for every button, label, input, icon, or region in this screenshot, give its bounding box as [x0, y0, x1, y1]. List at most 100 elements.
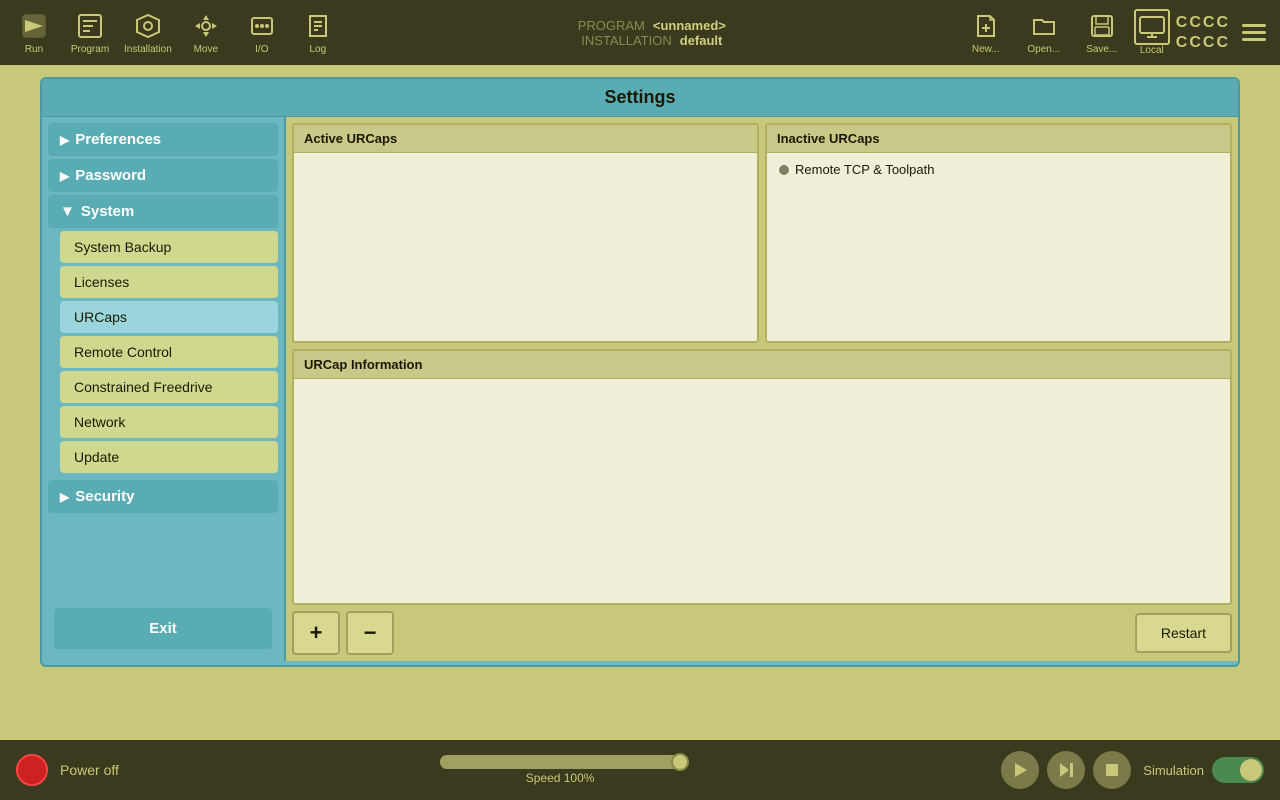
sidebar-password-label: Password — [75, 167, 146, 184]
inactive-urcaps-body: Remote TCP & Toolpath — [767, 153, 1230, 339]
password-arrow-icon: ▶ — [60, 169, 69, 183]
power-label: Power off — [60, 762, 119, 778]
urcap-info-body — [294, 379, 1230, 601]
cccc-bottom: CCCC — [1176, 33, 1230, 52]
program-icon — [74, 10, 106, 42]
tab-program-label: Program — [71, 44, 109, 55]
new-file-icon — [970, 10, 1002, 42]
run-icon — [18, 10, 50, 42]
open-file-icon — [1028, 10, 1060, 42]
system-arrow-icon: ▼ — [60, 203, 75, 220]
urcap-info-header: URCap Information — [294, 351, 1230, 379]
sidebar-item-security[interactable]: ▶ Security — [48, 480, 278, 513]
bottom-actions: + − Restart — [292, 611, 1232, 655]
add-urcap-button[interactable]: + — [292, 611, 340, 655]
sidebar-remote-control-label: Remote Control — [74, 344, 172, 360]
stop-button[interactable] — [1093, 751, 1131, 789]
power-button[interactable] — [16, 754, 48, 786]
sidebar-sub-remote-control[interactable]: Remote Control — [60, 336, 278, 368]
tab-run[interactable]: Run — [8, 4, 60, 62]
local-icon — [1134, 9, 1170, 45]
simulation-area: Simulation — [1143, 757, 1264, 783]
installation-label: INSTALLATION — [581, 33, 672, 48]
speed-slider-track — [440, 755, 680, 769]
move-icon — [190, 10, 222, 42]
file-open-button[interactable]: Open... — [1018, 4, 1070, 62]
sidebar-sub-system-backup[interactable]: System Backup — [60, 231, 278, 263]
active-urcaps-header: Active URCaps — [294, 125, 757, 153]
sidebar-item-password[interactable]: ▶ Password — [48, 159, 278, 192]
sidebar-preferences-label: Preferences — [75, 131, 161, 148]
sidebar-item-preferences[interactable]: ▶ Preferences — [48, 123, 278, 156]
program-value: <unnamed> — [653, 18, 726, 33]
save-file-icon — [1086, 10, 1118, 42]
tab-move[interactable]: Move — [180, 4, 232, 62]
file-save-label: Save... — [1086, 44, 1117, 55]
settings-panel: Settings ▶ Preferences ▶ Password ▼ Syst… — [40, 77, 1240, 667]
sidebar-sub-update[interactable]: Update — [60, 441, 278, 473]
active-urcaps-body — [294, 153, 757, 339]
cccc-top: CCCC — [1176, 13, 1230, 32]
sidebar-system-label: System — [81, 203, 134, 220]
tab-installation[interactable]: Installation — [120, 4, 176, 62]
sidebar-sub-network[interactable]: Network — [60, 406, 278, 438]
hamburger-menu[interactable] — [1236, 18, 1272, 47]
simulation-toggle-knob — [1240, 759, 1262, 781]
tab-run-label: Run — [25, 44, 43, 55]
local-label: Local — [1140, 45, 1164, 56]
speed-label: Speed 100% — [526, 771, 595, 785]
log-icon — [302, 10, 334, 42]
exit-button[interactable]: Exit — [54, 608, 272, 649]
cccc-display: CCCC CCCC — [1176, 13, 1230, 51]
file-open-label: Open... — [1027, 44, 1060, 55]
sidebar-update-label: Update — [74, 449, 119, 465]
security-arrow-icon: ▶ — [60, 490, 69, 504]
speed-slider-fill — [440, 755, 680, 769]
program-info: PROGRAM <unnamed> INSTALLATION default — [348, 18, 956, 48]
inactive-urcap-item-0[interactable]: Remote TCP & Toolpath — [771, 157, 1226, 182]
restart-button[interactable]: Restart — [1135, 613, 1232, 653]
urcap-dot-icon — [779, 165, 789, 175]
sidebar-sub-constrained-freedrive[interactable]: Constrained Freedrive — [60, 371, 278, 403]
topbar-right: New... Open... Save... Local CCCC CCCC — [960, 4, 1272, 62]
playback-controls — [1001, 751, 1131, 789]
sidebar-security-label: Security — [75, 488, 134, 505]
preferences-arrow-icon: ▶ — [60, 133, 69, 147]
sidebar-item-system[interactable]: ▼ System — [48, 195, 278, 228]
inactive-urcaps-panel: Inactive URCaps Remote TCP & Toolpath — [765, 123, 1232, 343]
installation-icon — [132, 10, 164, 42]
speed-slider-thumb[interactable] — [671, 753, 689, 771]
sidebar-sub-licenses[interactable]: Licenses — [60, 266, 278, 298]
io-icon — [246, 10, 278, 42]
tab-move-label: Move — [194, 44, 218, 55]
simulation-label: Simulation — [1143, 763, 1204, 778]
active-urcaps-panel: Active URCaps — [292, 123, 759, 343]
file-save-button[interactable]: Save... — [1076, 4, 1128, 62]
settings-title: Settings — [42, 79, 1238, 117]
tab-io[interactable]: I/O — [236, 4, 288, 62]
content-area: Active URCaps Inactive URCaps Remote TCP… — [286, 117, 1238, 661]
sidebar-constrained-freedrive-label: Constrained Freedrive — [74, 379, 213, 395]
tab-program[interactable]: Program — [64, 4, 116, 62]
step-button[interactable] — [1047, 751, 1085, 789]
sidebar-urcaps-label: URCaps — [74, 309, 127, 325]
urcap-info-panel: URCap Information — [292, 349, 1232, 605]
tab-log[interactable]: Log — [292, 4, 344, 62]
file-new-label: New... — [972, 44, 1000, 55]
main-area: Settings ▶ Preferences ▶ Password ▼ Syst… — [0, 65, 1280, 740]
sidebar-network-label: Network — [74, 414, 125, 430]
sidebar-licenses-label: Licenses — [74, 274, 129, 290]
settings-body: ▶ Preferences ▶ Password ▼ System System… — [42, 117, 1238, 661]
inactive-urcaps-header: Inactive URCaps — [767, 125, 1230, 153]
inactive-urcap-label-0: Remote TCP & Toolpath — [795, 162, 934, 177]
simulation-toggle[interactable] — [1212, 757, 1264, 783]
tab-io-label: I/O — [255, 44, 268, 55]
speed-area: Speed 100% — [131, 755, 989, 785]
play-button[interactable] — [1001, 751, 1039, 789]
sidebar-sub-urcaps[interactable]: URCaps — [60, 301, 278, 333]
remove-urcap-button[interactable]: − — [346, 611, 394, 655]
topbar: Run Program Installation Move I/O Log PR… — [0, 0, 1280, 65]
sidebar: ▶ Preferences ▶ Password ▼ System System… — [42, 117, 286, 661]
file-new-button[interactable]: New... — [960, 4, 1012, 62]
installation-value: default — [680, 33, 723, 48]
